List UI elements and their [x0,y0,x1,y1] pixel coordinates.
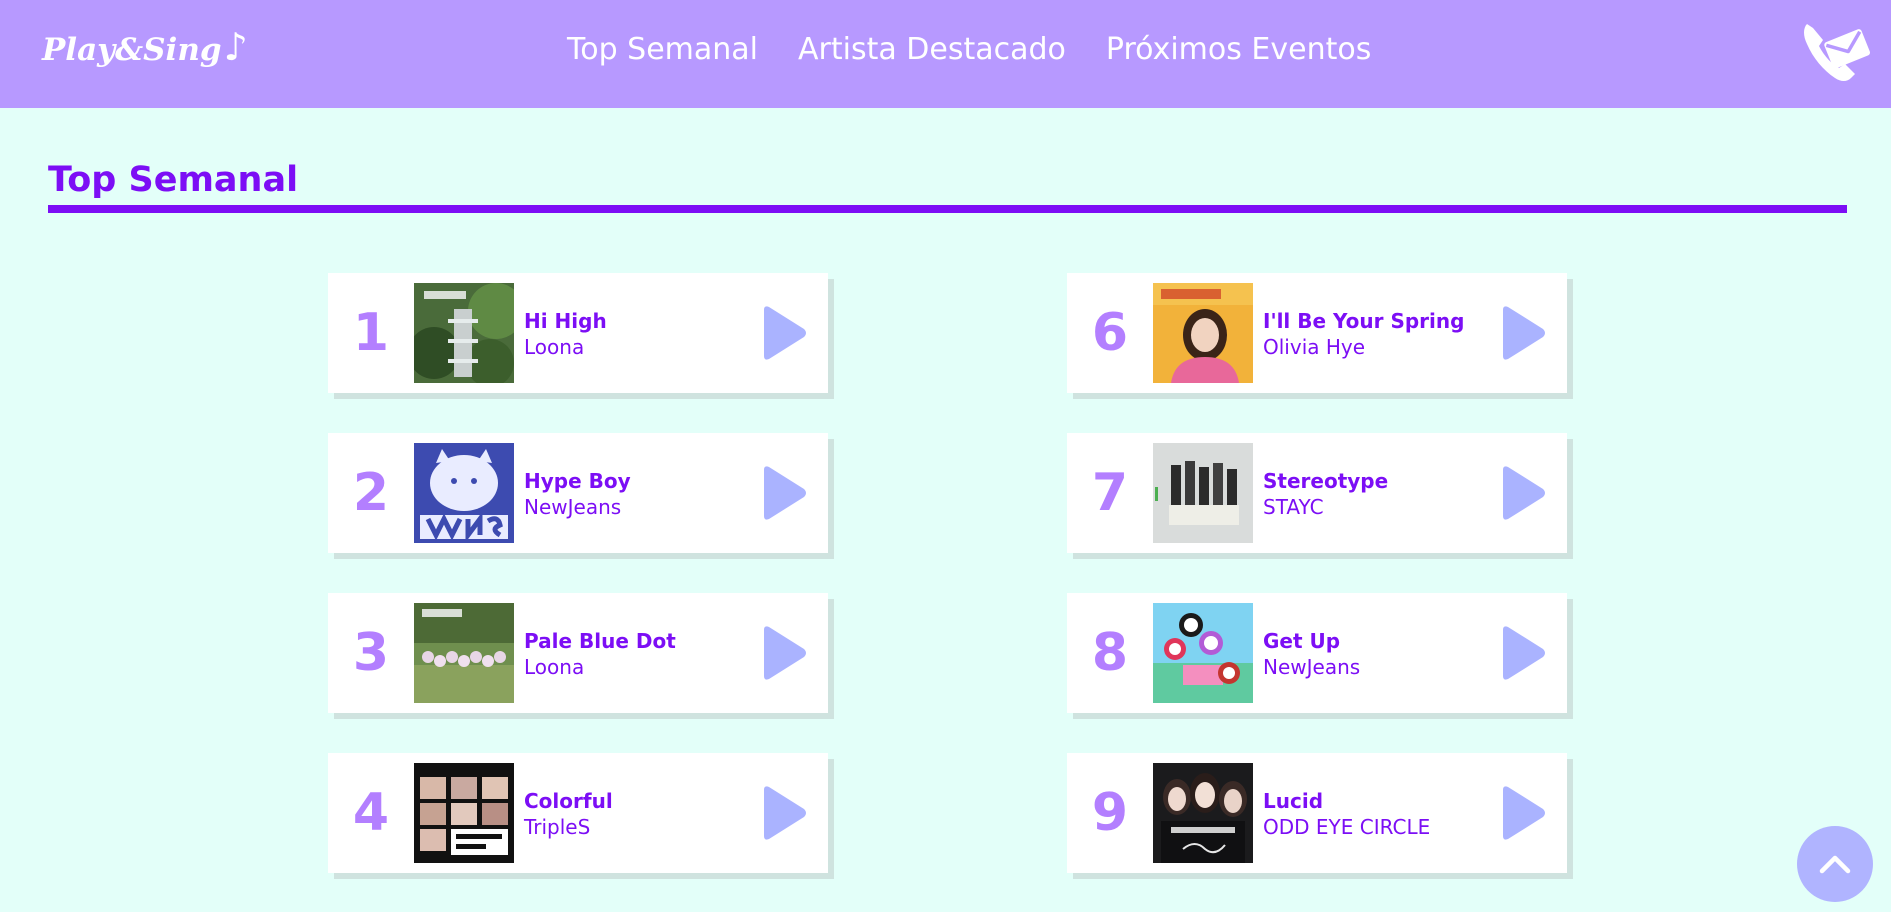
album-cover[interactable] [414,603,514,703]
song-title[interactable]: Hi High [524,309,607,333]
song-card: 4 Colorful TripleS [328,753,828,873]
album-cover[interactable] [1153,603,1253,703]
album-cover[interactable] [414,763,514,863]
play-button[interactable] [1499,785,1547,841]
play-button[interactable] [760,625,808,681]
song-title[interactable]: Stereotype [1263,469,1388,493]
section-divider [48,205,1847,213]
top-navbar: Play&Sing♪ Top Semanal Artista Destacado… [0,0,1891,108]
song-artist: ODD EYE CIRCLE [1263,815,1431,839]
song-title[interactable]: Colorful [524,789,613,813]
song-artist: Olivia Hye [1263,335,1366,359]
play-button[interactable] [760,465,808,521]
section-title: Top Semanal [48,160,299,200]
song-title[interactable]: Lucid [1263,789,1323,813]
song-rank: 3 [352,623,390,683]
song-card: 3 Pale Blue Dot Loona [328,593,828,713]
play-icon [764,306,806,360]
play-icon [764,466,806,520]
song-card: 6 I'll Be Your Spring Olivia Hye [1067,273,1567,393]
song-artist: Loona [524,335,585,359]
song-title[interactable]: Pale Blue Dot [524,629,676,653]
song-title[interactable]: Get Up [1263,629,1340,653]
song-rank: 2 [352,463,390,523]
song-artist: NewJeans [1263,655,1361,679]
brand-name: Play&Sing [42,32,222,68]
song-rank: 6 [1091,303,1129,363]
song-card: 1 Hi High Loona [328,273,828,393]
song-title[interactable]: I'll Be Your Spring [1263,309,1464,333]
song-card: 7 Stereotype STAYC [1067,433,1567,553]
nav-link-proximos-eventos[interactable]: Próximos Eventos [1106,32,1371,67]
song-artist: TripleS [524,815,591,839]
song-rank: 7 [1091,463,1129,523]
album-cover[interactable] [1153,283,1253,383]
song-card: 2 Hype Boy NewJeans [328,433,828,553]
play-icon [1503,306,1545,360]
play-button[interactable] [760,305,808,361]
song-rank: 4 [352,783,390,843]
album-cover[interactable] [414,443,514,543]
brand-logo[interactable]: Play&Sing♪ [42,24,248,69]
song-title[interactable]: Hype Boy [524,469,631,493]
album-cover[interactable] [1153,763,1253,863]
song-card: 9 Lucid ODD EYE CIRCLE [1067,753,1567,873]
nav-link-top-semanal[interactable]: Top Semanal [567,32,758,67]
song-rank: 9 [1091,783,1129,843]
phone-mail-icon[interactable] [1801,18,1871,84]
main-nav: Top Semanal Artista Destacado Próximos E… [567,32,1371,67]
play-icon [1503,466,1545,520]
play-icon [1503,786,1545,840]
album-cover[interactable] [1153,443,1253,543]
music-note-icon: ♪ [223,24,248,69]
play-button[interactable] [1499,465,1547,521]
song-artist: NewJeans [524,495,622,519]
chevron-up-icon [1819,855,1851,874]
play-icon [1503,626,1545,680]
play-button[interactable] [1499,305,1547,361]
play-icon [764,626,806,680]
play-button[interactable] [760,785,808,841]
play-button[interactable] [1499,625,1547,681]
song-card: 8 Get Up NewJeans [1067,593,1567,713]
scroll-to-top-button[interactable] [1797,826,1873,902]
song-artist: STAYC [1263,495,1324,519]
album-cover[interactable] [414,283,514,383]
song-rank: 8 [1091,623,1129,683]
song-rank: 1 [352,303,390,363]
play-icon [764,786,806,840]
nav-link-artista-destacado[interactable]: Artista Destacado [798,32,1066,67]
song-artist: Loona [524,655,585,679]
